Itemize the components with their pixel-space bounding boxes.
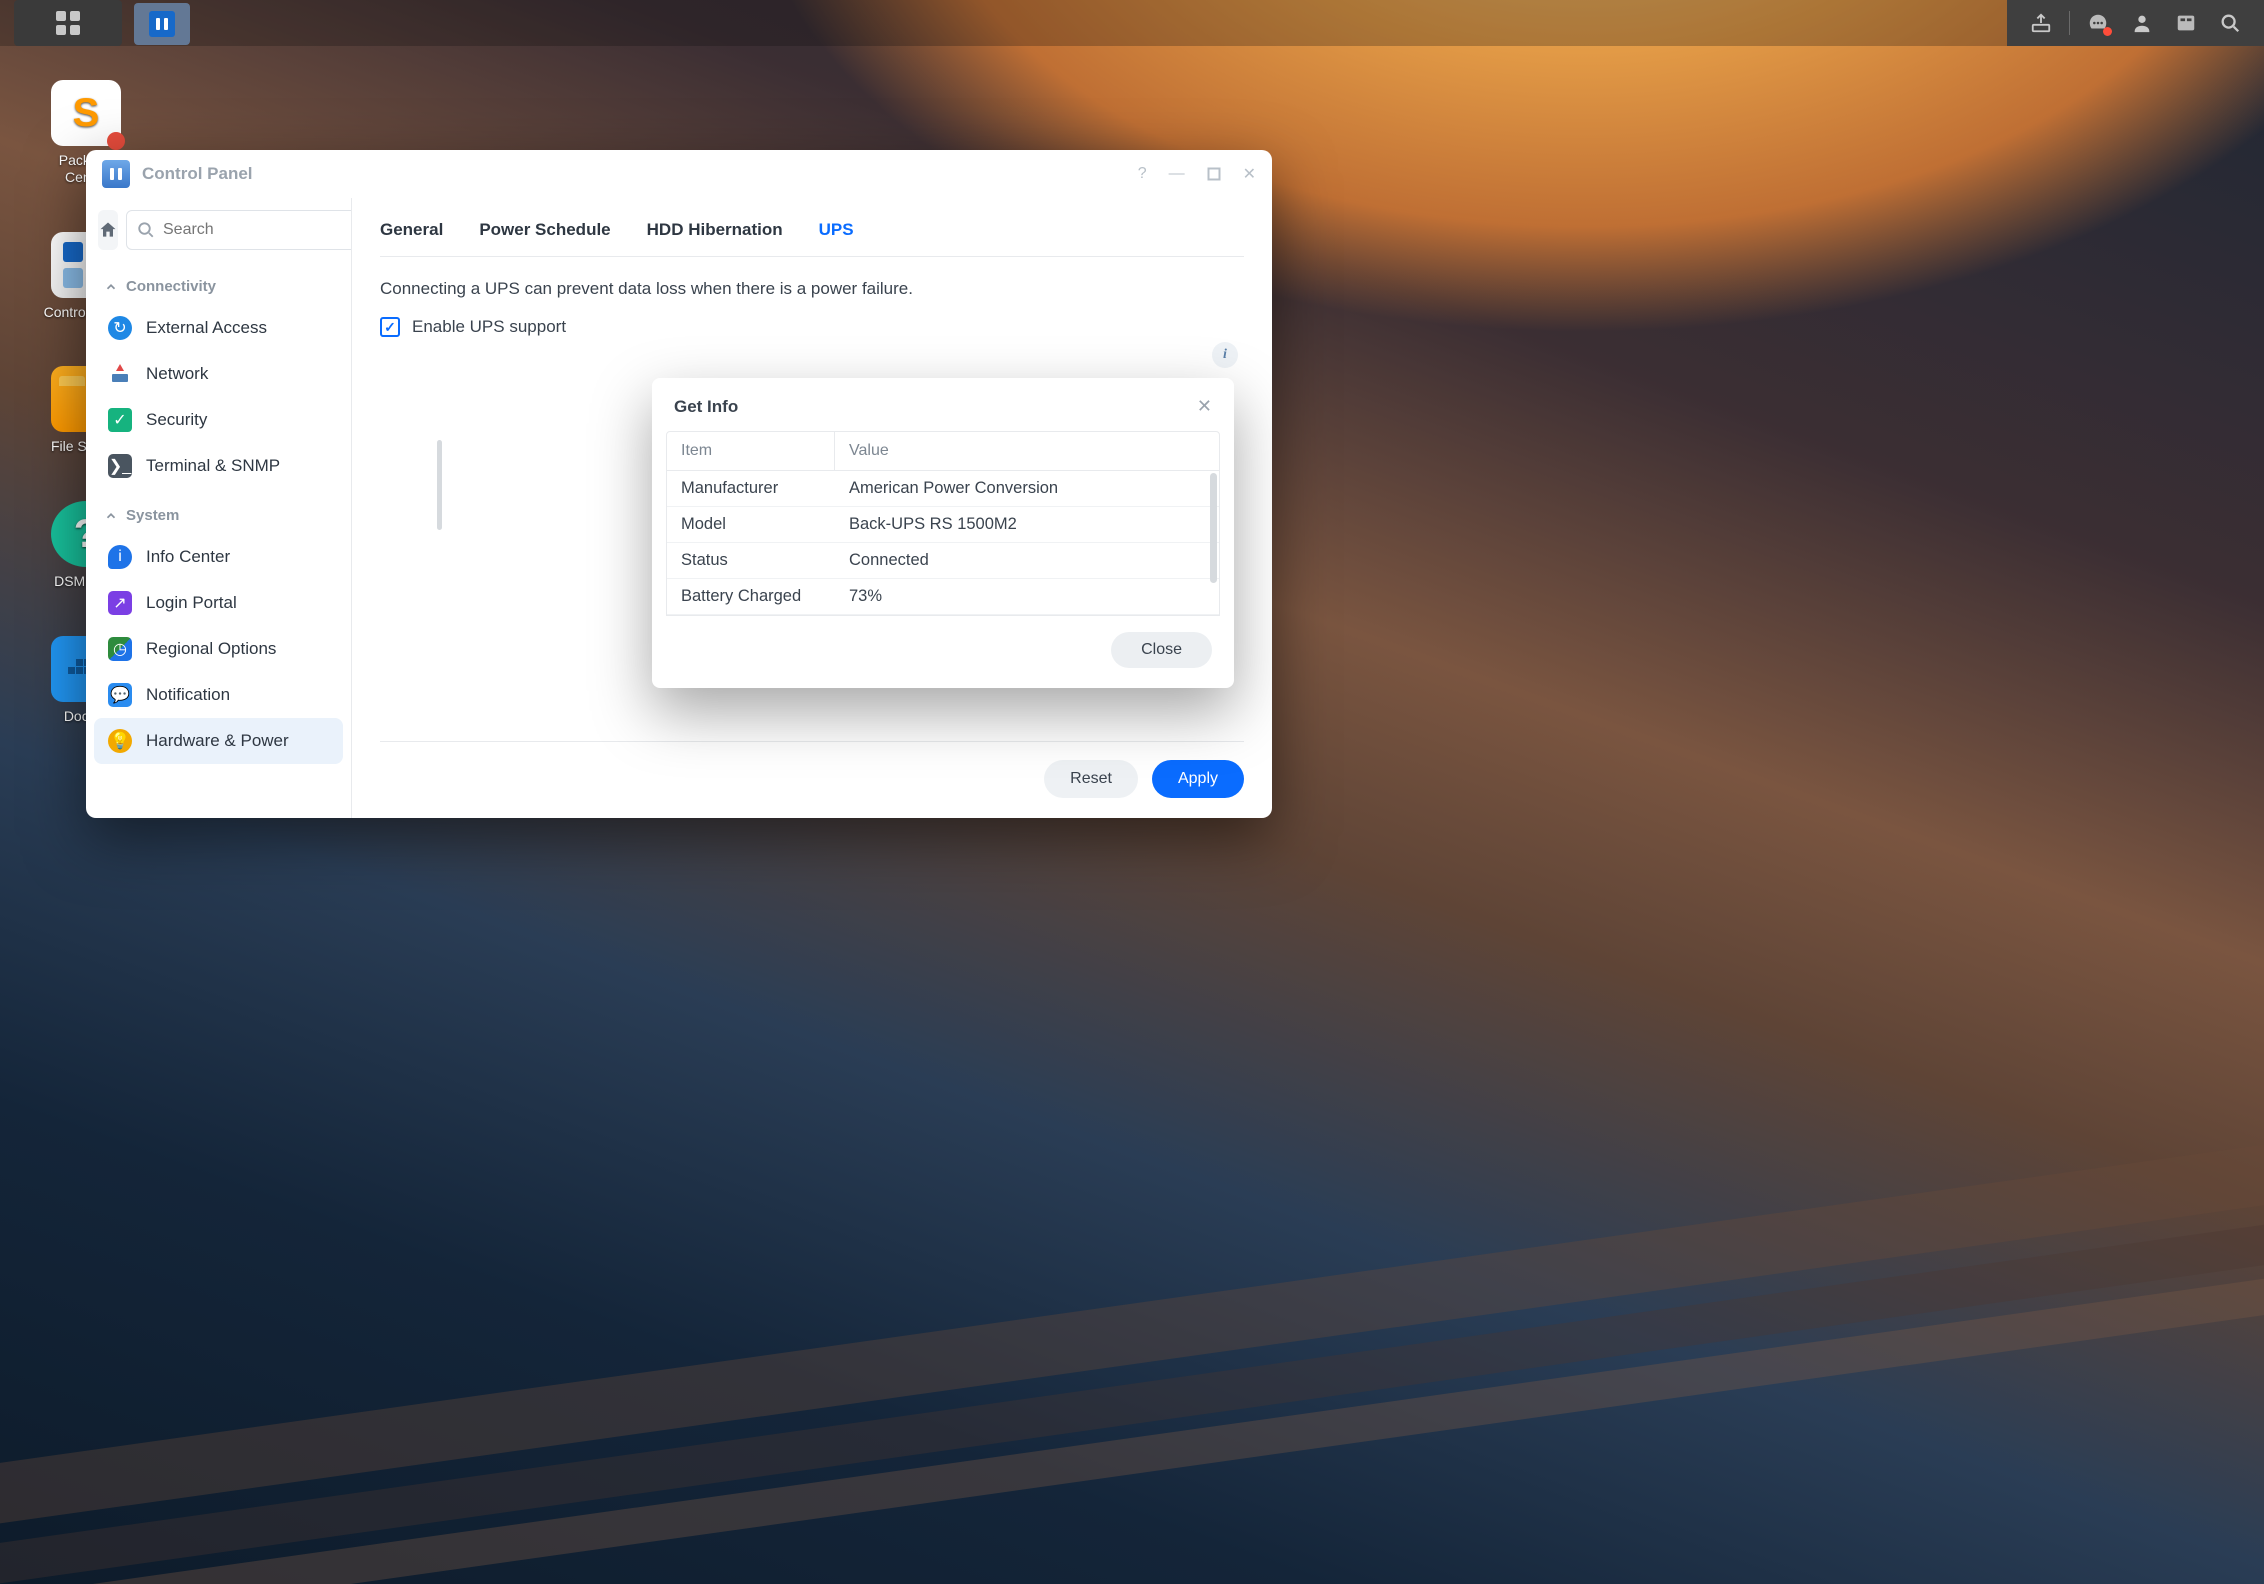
help-button[interactable]: ?: [1138, 165, 1147, 183]
sidebar-section-label: Connectivity: [126, 278, 216, 295]
chevron-up-icon: [104, 509, 118, 523]
window-titlebar[interactable]: Control Panel ? — ✕: [86, 150, 1272, 198]
home-button[interactable]: [98, 210, 118, 250]
control-panel-icon: [149, 11, 175, 37]
sidebar-item-label: Login Portal: [146, 593, 237, 613]
footer-buttons: Reset Apply: [380, 741, 1244, 798]
modal-table: Item Value Manufacturer American Power C…: [652, 431, 1234, 616]
sidebar-section-connectivity[interactable]: Connectivity: [86, 268, 351, 305]
login-portal-icon: ↗: [108, 591, 132, 615]
tab-power-schedule[interactable]: Power Schedule: [479, 216, 610, 256]
sidebar-section-system[interactable]: System: [86, 497, 351, 534]
close-button[interactable]: ✕: [1243, 164, 1256, 184]
modal-scrollbar[interactable]: [1210, 473, 1217, 583]
sidebar-item-label: Security: [146, 410, 207, 430]
enable-ups-row[interactable]: ✓ Enable UPS support: [380, 317, 1244, 337]
table-row: Battery Charged 73%: [667, 579, 1219, 615]
ups-description: Connecting a UPS can prevent data loss w…: [380, 279, 1244, 299]
info-icon: i: [108, 545, 132, 569]
upload-task-icon[interactable]: [2021, 0, 2061, 46]
maximize-button[interactable]: [1207, 167, 1221, 181]
row-item: Manufacturer: [667, 471, 835, 506]
notification-badge: [2103, 27, 2112, 36]
sidebar-scrollbar[interactable]: [437, 440, 442, 530]
row-item: Model: [667, 507, 835, 542]
search-icon[interactable]: [2210, 0, 2250, 46]
widgets-icon[interactable]: [2166, 0, 2206, 46]
table-row: Manufacturer American Power Conversion: [667, 471, 1219, 507]
search-box[interactable]: [126, 210, 352, 250]
modal-close-icon[interactable]: ✕: [1197, 396, 1212, 417]
sidebar-item-label: Hardware & Power: [146, 731, 289, 751]
notifications-icon[interactable]: [2078, 0, 2118, 46]
package-center-icon: S: [51, 80, 121, 146]
content-pane: General Power Schedule HDD Hibernation U…: [352, 198, 1272, 818]
tray-separator: [2069, 11, 2070, 35]
reset-button[interactable]: Reset: [1044, 760, 1138, 798]
external-access-icon: ↻: [108, 316, 132, 340]
grid-icon: [56, 11, 80, 35]
get-info-modal: Get Info ✕ Item Value Manufacturer Ameri…: [652, 378, 1234, 688]
modal-title: Get Info: [674, 397, 738, 417]
sidebar-item-login-portal[interactable]: ↗ Login Portal: [94, 580, 343, 626]
sidebar-item-info-center[interactable]: i Info Center: [94, 534, 343, 580]
modal-close-button[interactable]: Close: [1111, 632, 1212, 668]
tab-ups[interactable]: UPS: [819, 216, 854, 256]
sidebar-item-regional-options[interactable]: ◷ Regional Options: [94, 626, 343, 672]
sidebar-section-label: System: [126, 507, 179, 524]
notification-icon: 💬: [108, 683, 132, 707]
row-item: Status: [667, 543, 835, 578]
tab-bar: General Power Schedule HDD Hibernation U…: [380, 216, 1244, 257]
tab-general[interactable]: General: [380, 216, 443, 256]
taskbar: [0, 0, 2264, 46]
row-value: 73%: [835, 579, 896, 614]
modal-table-header: Item Value: [666, 431, 1220, 471]
sidebar-item-label: Network: [146, 364, 208, 384]
network-icon: [108, 362, 132, 386]
user-icon[interactable]: [2122, 0, 2162, 46]
apply-button[interactable]: Apply: [1152, 760, 1244, 798]
sidebar-item-terminal-snmp[interactable]: ❯_ Terminal & SNMP: [94, 443, 343, 489]
sidebar-item-label: Notification: [146, 685, 230, 705]
regional-icon: ◷: [108, 637, 132, 661]
taskbar-app-control-panel[interactable]: [134, 3, 190, 45]
sidebar-item-label: Info Center: [146, 547, 230, 567]
control-panel-window: Control Panel ? — ✕: [86, 150, 1272, 818]
enable-ups-label: Enable UPS support: [412, 317, 566, 337]
table-row: Status Connected: [667, 543, 1219, 579]
window-title: Control Panel: [142, 164, 253, 184]
tab-hdd-hibernation[interactable]: HDD Hibernation: [647, 216, 783, 256]
window-app-icon: [102, 160, 130, 188]
modal-col-value: Value: [835, 432, 903, 470]
modal-col-item: Item: [667, 432, 835, 470]
table-row: Model Back-UPS RS 1500M2: [667, 507, 1219, 543]
sidebar: Connectivity ↻ External Access Network ✓…: [86, 198, 352, 818]
sidebar-item-notification[interactable]: 💬 Notification: [94, 672, 343, 718]
sidebar-item-external-access[interactable]: ↻ External Access: [94, 305, 343, 351]
sidebar-item-hardware-power[interactable]: 💡 Hardware & Power: [94, 718, 343, 764]
minimize-button[interactable]: —: [1169, 165, 1185, 183]
sidebar-item-label: External Access: [146, 318, 267, 338]
row-value: American Power Conversion: [835, 471, 1072, 506]
hardware-power-icon: 💡: [108, 729, 132, 753]
row-item: Battery Charged: [667, 579, 835, 614]
sidebar-item-network[interactable]: Network: [94, 351, 343, 397]
system-tray: [2007, 0, 2264, 46]
sidebar-item-security[interactable]: ✓ Security: [94, 397, 343, 443]
enable-ups-checkbox[interactable]: ✓: [380, 317, 400, 337]
search-input[interactable]: [163, 221, 352, 239]
shield-icon: ✓: [108, 408, 132, 432]
search-icon: [137, 221, 155, 239]
sidebar-item-label: Regional Options: [146, 639, 276, 659]
chevron-up-icon: [104, 280, 118, 294]
info-tooltip-icon[interactable]: i: [1212, 342, 1238, 368]
row-value: Connected: [835, 543, 943, 578]
sidebar-item-label: Terminal & SNMP: [146, 456, 280, 476]
main-menu-button[interactable]: [14, 0, 122, 46]
row-value: Back-UPS RS 1500M2: [835, 507, 1031, 542]
terminal-icon: ❯_: [108, 454, 132, 478]
